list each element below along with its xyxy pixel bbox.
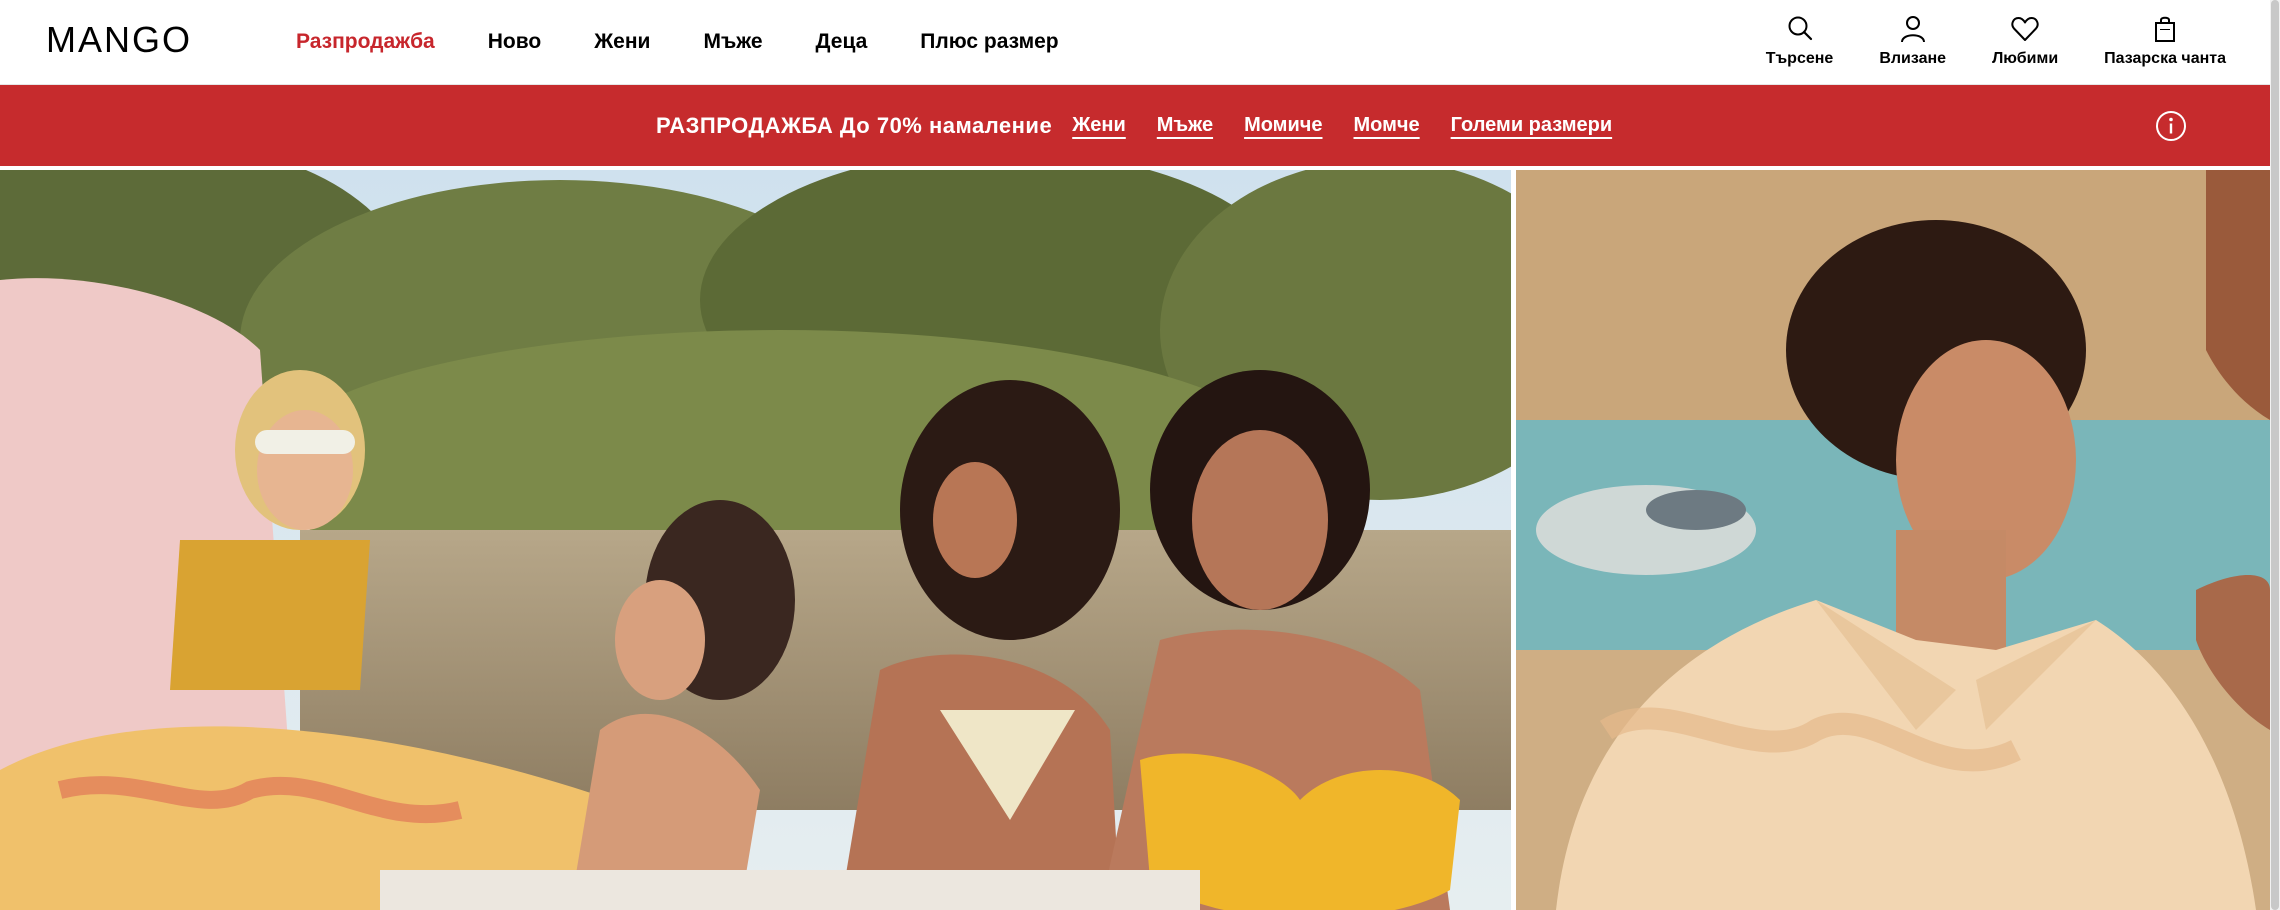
search-button[interactable]: Търсене — [1765, 14, 1834, 68]
search-label: Търсене — [1765, 50, 1834, 67]
nav-item-plus-size[interactable]: Плюс размер — [920, 30, 1058, 54]
header-actions: Търсене Влизане Любими Пазарска чанта — [1720, 14, 2226, 68]
main-nav: Разпродажба Ново Жени Мъже Деца Плюс раз… — [296, 0, 1112, 84]
heart-icon — [2011, 17, 2039, 41]
search-icon — [1788, 16, 1812, 41]
favorites-label: Любими — [1992, 50, 2059, 67]
nav-item-kids[interactable]: Деца — [816, 30, 868, 54]
promo-content: РАЗПРОДАЖБА До 70% намаление Жени Мъже М… — [656, 85, 1643, 166]
mango-logo[interactable]: MANGO — [46, 22, 224, 58]
svg-text:MANGO: MANGO — [46, 22, 192, 58]
shopping-bag-label: Пазарска чанта — [2104, 50, 2226, 67]
hero-women-illustration — [0, 170, 1511, 910]
login-label: Влизане — [1879, 50, 1947, 67]
hero-image-women[interactable] — [0, 170, 1511, 910]
promo-link-men[interactable]: Мъже — [1157, 114, 1213, 137]
hero-men-illustration — [1516, 170, 2270, 910]
sale-promo-bar: РАЗПРОДАЖБА До 70% намаление Жени Мъже М… — [0, 85, 2270, 166]
promo-link-women[interactable]: Жени — [1072, 114, 1126, 137]
site-header: MANGO Разпродажба Ново Жени Мъже Деца Пл… — [0, 0, 2270, 85]
promo-link-girl[interactable]: Момиче — [1244, 114, 1322, 137]
nav-item-sale[interactable]: Разпродажба — [296, 30, 435, 54]
login-button[interactable]: Влизане — [1879, 14, 1946, 68]
shopping-bag-button[interactable]: Пазарска чанта — [2104, 14, 2226, 68]
page-scrollbar[interactable] — [2270, 0, 2280, 910]
shopping-bag-icon — [2155, 16, 2176, 42]
user-icon — [1900, 16, 1925, 43]
nav-item-men[interactable]: Мъже — [703, 30, 762, 54]
nav-item-women[interactable]: Жени — [594, 30, 650, 54]
promo-link-plus-sizes[interactable]: Големи размери — [1451, 114, 1612, 137]
promo-link-boy[interactable]: Момче — [1354, 114, 1420, 137]
favorites-button[interactable]: Любими — [1992, 14, 2058, 68]
nav-item-new[interactable]: Ново — [488, 30, 541, 54]
hero-image-men[interactable] — [1516, 170, 2270, 910]
info-icon[interactable] — [2155, 110, 2187, 142]
scrollbar-thumb[interactable] — [2271, 0, 2279, 910]
promo-text: РАЗПРОДАЖБА До 70% намаление — [656, 112, 1053, 138]
